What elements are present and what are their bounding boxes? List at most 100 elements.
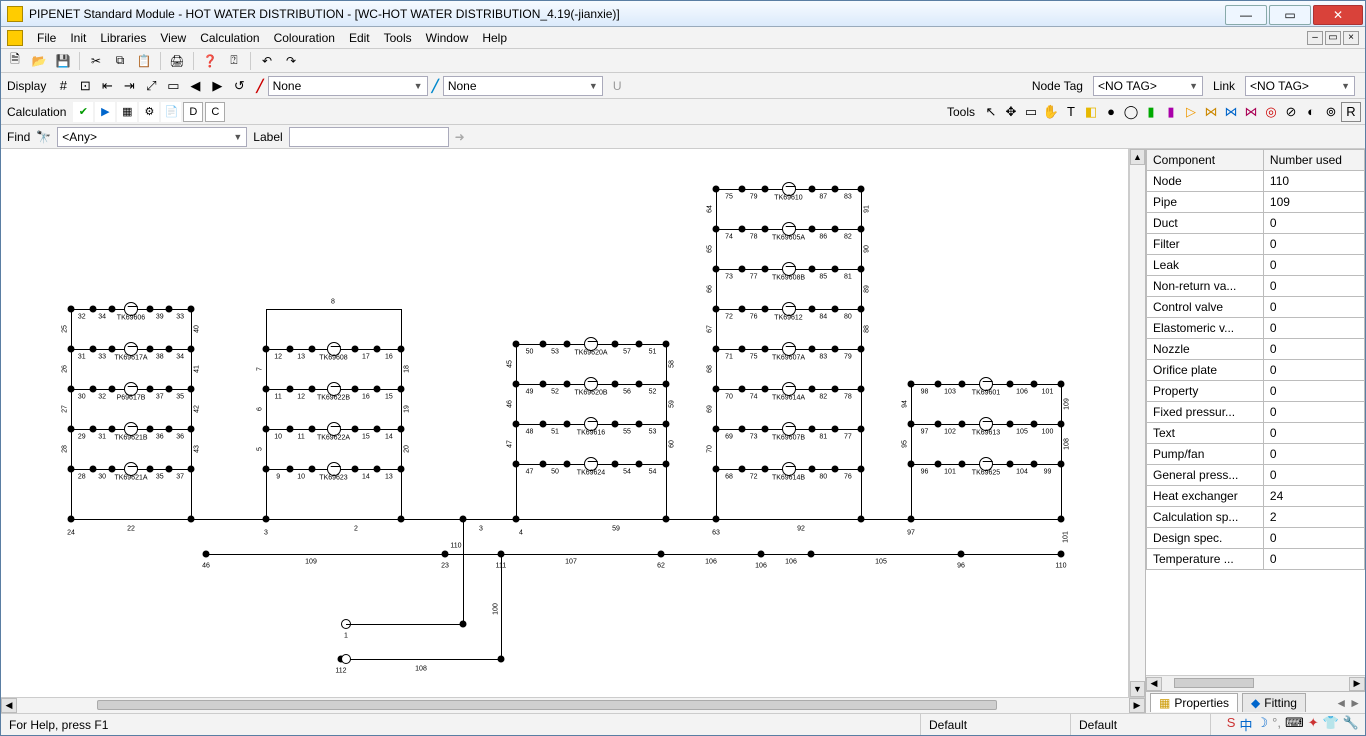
arrow-right-icon[interactable]: ⇥ — [118, 75, 140, 97]
table-row[interactable]: Node110 — [1147, 171, 1365, 192]
open-file-icon[interactable]: 📂 — [29, 51, 49, 71]
orifice-tool-icon[interactable]: ⊘ — [1281, 102, 1301, 122]
zoom-in-icon[interactable]: ▶ — [206, 75, 228, 97]
cut-icon[interactable]: ✂ — [86, 51, 106, 71]
nodetag-combo[interactable]: <NO TAG>▼ — [1093, 76, 1203, 96]
reset-view-icon[interactable]: ↺ — [228, 75, 250, 97]
eraser-tool-icon[interactable]: ◧ — [1081, 102, 1101, 122]
close-button[interactable]: ✕ — [1313, 5, 1363, 25]
scroll-left-icon[interactable]: ◀ — [1, 698, 17, 713]
area-tool-icon[interactable]: ▭ — [1021, 102, 1041, 122]
table-row[interactable]: Calculation sp...2 — [1147, 507, 1365, 528]
table-row[interactable]: General press...0 — [1147, 465, 1365, 486]
table-row[interactable]: Fixed pressur...0 — [1147, 402, 1365, 423]
context-help-icon[interactable]: ⍰ — [224, 51, 244, 71]
run-icon[interactable]: ▶ — [95, 102, 115, 122]
panel-h-scrollbar[interactable]: ◀▶ — [1146, 675, 1365, 691]
menu-calculation[interactable]: Calculation — [200, 31, 259, 45]
zoom-fit-icon[interactable]: ⤢ — [140, 75, 162, 97]
pan-tool-icon[interactable]: ✋ — [1041, 102, 1061, 122]
display-combo-2[interactable]: None▼ — [443, 76, 603, 96]
menu-file[interactable]: File — [37, 31, 56, 45]
scroll-up-icon[interactable]: ▲ — [1130, 149, 1145, 165]
filter-tool-icon[interactable]: ▮ — [1161, 102, 1181, 122]
table-row[interactable]: Elastomeric v...0 — [1147, 318, 1365, 339]
paste-icon[interactable]: 📋 — [134, 51, 154, 71]
minimize-button[interactable]: — — [1225, 5, 1267, 25]
node-tool-icon[interactable]: ● — [1101, 102, 1121, 122]
cv-tool-icon[interactable]: ⋈ — [1221, 102, 1241, 122]
table-row[interactable]: Leak0 — [1147, 255, 1365, 276]
find-go-icon[interactable]: ➜ — [455, 130, 465, 144]
print-icon[interactable]: 🖨 — [167, 51, 187, 71]
tab-fitting[interactable]: ◆Fitting — [1242, 693, 1306, 712]
moon-icon[interactable]: ☽ — [1256, 715, 1268, 734]
keyboard-icon[interactable]: ⌨ — [1285, 715, 1304, 734]
menu-tools[interactable]: Tools — [384, 31, 412, 45]
binoculars-icon[interactable]: 🔭 — [36, 130, 51, 144]
pump-tool-icon[interactable]: ⊚ — [1321, 102, 1341, 122]
vertical-scrollbar[interactable]: ▲ ▼ — [1129, 149, 1145, 697]
wrench-icon[interactable]: 🔧 — [1343, 715, 1359, 734]
zoom-region-icon[interactable]: ▭ — [162, 75, 184, 97]
schematic-canvas[interactable]: TK6960632343933TK69617A31333834P69617B30… — [1, 149, 1129, 697]
c-button[interactable]: C — [205, 102, 225, 122]
redo-icon[interactable]: ↷ — [281, 51, 301, 71]
tab-properties[interactable]: ▦Properties — [1150, 693, 1238, 712]
mdi-close-button[interactable]: × — [1343, 31, 1359, 45]
menu-help[interactable]: Help — [482, 31, 507, 45]
report-icon[interactable]: 📄 — [161, 102, 181, 122]
ime-icon[interactable]: S — [1227, 715, 1236, 734]
table-row[interactable]: Orifice plate0 — [1147, 360, 1365, 381]
comma-icon[interactable]: °, — [1272, 715, 1281, 734]
menu-edit[interactable]: Edit — [349, 31, 370, 45]
text-tool-icon[interactable]: T — [1061, 102, 1081, 122]
grid-icon[interactable]: # — [52, 75, 74, 97]
menu-colouration[interactable]: Colouration — [274, 31, 335, 45]
table-row[interactable]: Non-return va...0 — [1147, 276, 1365, 297]
table-row[interactable]: Property0 — [1147, 381, 1365, 402]
help-icon[interactable]: ❓ — [200, 51, 220, 71]
undo-icon[interactable]: ↶ — [257, 51, 277, 71]
menu-init[interactable]: Init — [70, 31, 86, 45]
horizontal-scrollbar[interactable]: ◀ ▶ — [1, 697, 1145, 713]
h-scroll-thumb[interactable] — [97, 700, 997, 710]
table-row[interactable]: Control valve0 — [1147, 297, 1365, 318]
copy-icon[interactable]: ⧉ — [110, 51, 130, 71]
zoom-out-icon[interactable]: ◀ — [184, 75, 206, 97]
scroll-down-icon[interactable]: ▼ — [1130, 681, 1145, 697]
nrv-tool-icon[interactable]: ⋈ — [1201, 102, 1221, 122]
table-row[interactable]: Pipe109 — [1147, 192, 1365, 213]
move-tool-icon[interactable]: ✥ — [1001, 102, 1021, 122]
table-row[interactable]: Text0 — [1147, 423, 1365, 444]
new-file-icon[interactable]: 🗎 — [5, 51, 25, 71]
nozzle-tool-icon[interactable]: ◎ — [1261, 102, 1281, 122]
link-combo[interactable]: <NO TAG>▼ — [1245, 76, 1355, 96]
tab-prev-icon[interactable]: ◄ — [1335, 696, 1347, 710]
table-row[interactable]: Duct0 — [1147, 213, 1365, 234]
check-icon[interactable]: ✔ — [73, 102, 93, 122]
find-label-combo[interactable] — [289, 127, 449, 147]
calc-settings-icon[interactable]: ⚙ — [139, 102, 159, 122]
menu-window[interactable]: Window — [426, 31, 469, 45]
table-row[interactable]: Pump/fan0 — [1147, 444, 1365, 465]
prop-tool-icon[interactable]: ◐ — [1301, 102, 1321, 122]
table-row[interactable]: Filter0 — [1147, 234, 1365, 255]
table-row[interactable]: Heat exchanger24 — [1147, 486, 1365, 507]
hx-tool-icon[interactable]: R — [1341, 102, 1361, 122]
table-row[interactable]: Nozzle0 — [1147, 339, 1365, 360]
pipe-tool-icon[interactable]: ◯ — [1121, 102, 1141, 122]
table-row[interactable]: Design spec.0 — [1147, 528, 1365, 549]
scroll-right-icon[interactable]: ▶ — [1129, 698, 1145, 713]
save-icon[interactable]: 💾 — [53, 51, 73, 71]
leak-tool-icon[interactable]: ▷ — [1181, 102, 1201, 122]
sparkle-icon[interactable]: ✦ — [1308, 715, 1319, 734]
snap-icon[interactable]: ⊡ — [74, 75, 96, 97]
display-combo-1[interactable]: None▼ — [268, 76, 428, 96]
duct-tool-icon[interactable]: ▮ — [1141, 102, 1161, 122]
ev-tool-icon[interactable]: ⋈ — [1241, 102, 1261, 122]
shirt-icon[interactable]: 👕 — [1323, 715, 1339, 734]
menu-view[interactable]: View — [160, 31, 186, 45]
results-icon[interactable]: ▦ — [117, 102, 137, 122]
lang-icon[interactable]: 中 — [1239, 715, 1252, 734]
